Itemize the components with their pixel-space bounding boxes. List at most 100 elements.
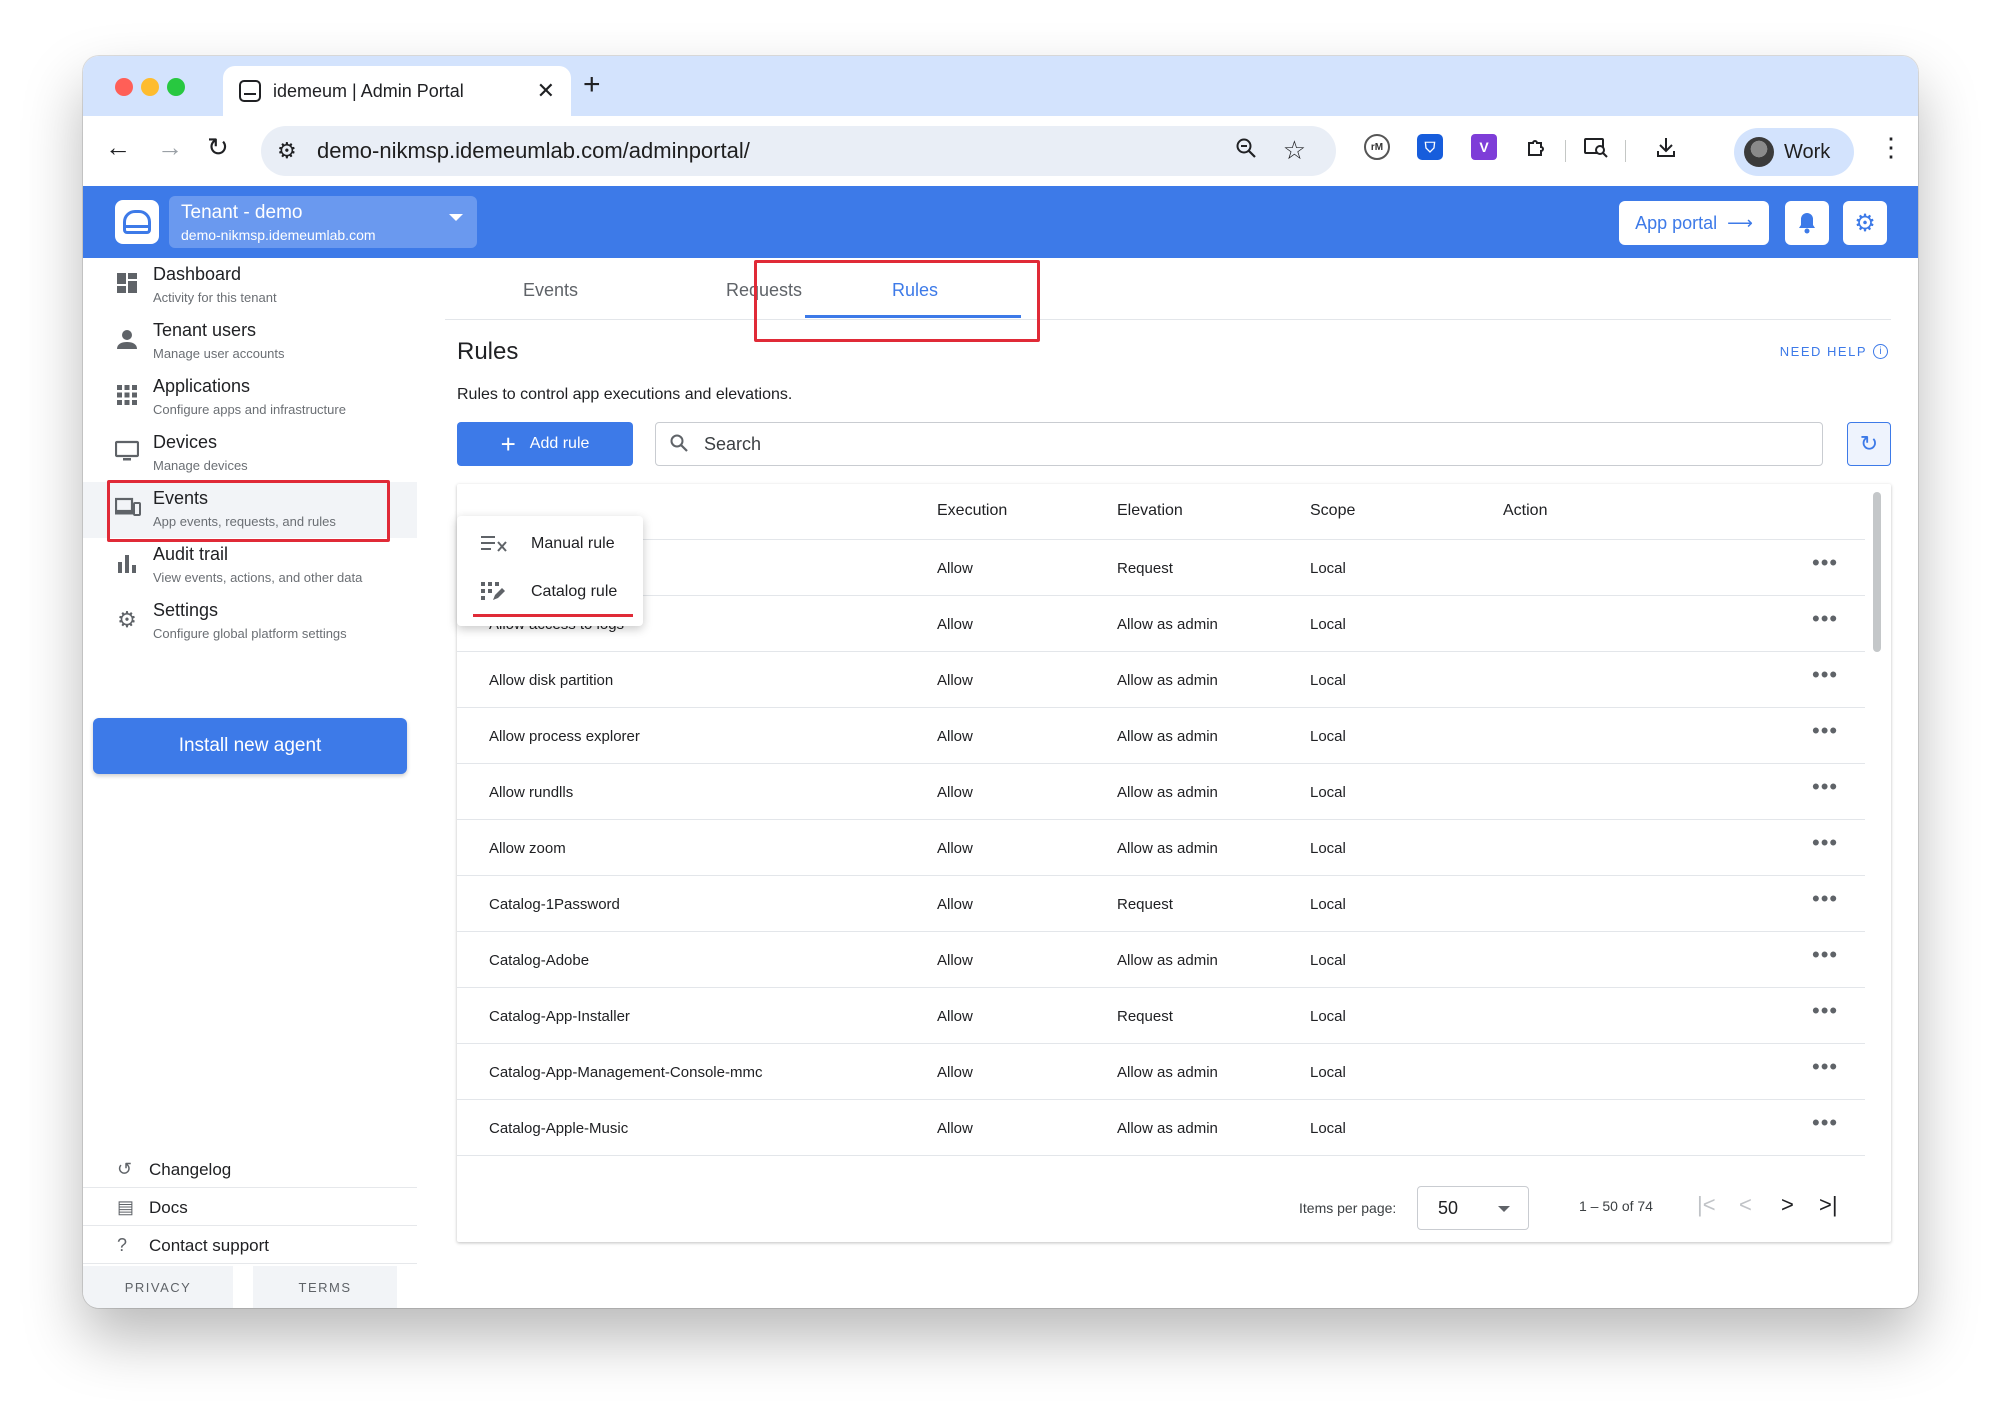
tab-events[interactable]: Events [523, 280, 578, 301]
sidebar-item-label: Devices [153, 432, 218, 452]
table-row[interactable]: Catalog-App-Management-Console-mmc Allow… [457, 1044, 1865, 1100]
download-icon[interactable] [1653, 134, 1679, 160]
last-page-icon[interactable]: >| [1819, 1192, 1838, 1218]
sidebar-item-tenant-users[interactable]: Tenant users Manage user accounts [83, 314, 417, 370]
sidebar-item-devices[interactable]: Devices Manage devices [83, 426, 417, 482]
close-tab-icon[interactable]: ✕ [537, 78, 555, 104]
browser-menu-icon[interactable]: ⋮ [1878, 132, 1904, 163]
row-more-icon[interactable]: ••• [1812, 886, 1838, 912]
tab-rules[interactable]: Rules [892, 280, 938, 301]
notifications-button[interactable] [1785, 201, 1829, 245]
settings-button[interactable]: ⚙ [1843, 201, 1887, 245]
maximize-window-button[interactable] [167, 78, 185, 96]
back-arrow-icon[interactable]: ← [105, 132, 131, 163]
privacy-link[interactable]: PRIVACY [83, 1266, 233, 1308]
sidebar-item-dashboard[interactable]: Dashboard Activity for this tenant [83, 258, 417, 314]
rm-extension-icon[interactable]: rM [1364, 134, 1390, 160]
rule-execution: Allow [937, 1008, 973, 1025]
paginator: Items per page: 50 1 – 50 of 74 |< < > >… [457, 1174, 1891, 1242]
tenant-selector[interactable]: Tenant - demo demo-nikmsp.idemeumlab.com [169, 196, 477, 248]
contact-support-link[interactable]: ? Contact support [83, 1226, 417, 1264]
table-row[interactable]: Allow Request Local ••• [457, 540, 1865, 596]
table-row[interactable]: Allow rundlls Allow Allow as admin Local… [457, 764, 1865, 820]
column-header-elevation[interactable]: Elevation [1117, 502, 1183, 520]
need-help-link[interactable]: NEED HELP i [1780, 344, 1888, 359]
page-size-select[interactable]: 50 [1417, 1186, 1529, 1230]
row-more-icon[interactable]: ••• [1812, 1110, 1838, 1136]
rule-execution: Allow [937, 616, 973, 633]
profile-chip[interactable]: Work [1734, 128, 1854, 176]
address-bar[interactable]: ⚙ demo-nikmsp.idemeumlab.com/adminportal… [261, 126, 1336, 176]
table-row[interactable]: Allow zoom Allow Allow as admin Local ••… [457, 820, 1865, 876]
row-more-icon[interactable]: ••• [1812, 1054, 1838, 1080]
sidebar-item-events[interactable]: Events App events, requests, and rules [83, 482, 417, 538]
column-header-action: Action [1503, 502, 1548, 519]
sidebar-item-sub: View events, actions, and other data [153, 570, 363, 585]
bar-chart-icon [115, 552, 139, 576]
app-portal-button[interactable]: App portal ⟶ [1619, 201, 1769, 245]
docs-link[interactable]: ▤ Docs [83, 1188, 417, 1226]
new-tab-icon[interactable]: + [583, 68, 601, 102]
row-more-icon[interactable]: ••• [1812, 662, 1838, 688]
forward-arrow-icon[interactable]: → [157, 132, 183, 163]
items-per-page-label: Items per page: [1299, 1200, 1397, 1216]
add-rule-button[interactable]: + Add rule [457, 422, 633, 466]
bell-icon [1799, 213, 1815, 234]
catalog-rule-menu-item[interactable]: Catalog rule [457, 568, 643, 616]
reload-icon[interactable]: ↻ [207, 132, 229, 163]
table-row[interactable]: Catalog-1Password Allow Request Local ••… [457, 876, 1865, 932]
table-row[interactable]: Allow process explorer Allow Allow as ad… [457, 708, 1865, 764]
previous-page-icon[interactable]: < [1739, 1192, 1752, 1218]
extensions-puzzle-icon[interactable] [1524, 134, 1550, 160]
idemeum-logo-icon[interactable] [115, 200, 159, 244]
page-range-label: 1 – 50 of 74 [1579, 1198, 1653, 1214]
browser-tab[interactable]: idemeum | Admin Portal ✕ [223, 66, 571, 116]
row-more-icon[interactable]: ••• [1812, 550, 1838, 576]
row-more-icon[interactable]: ••• [1812, 998, 1838, 1024]
changelog-link[interactable]: ↺ Changelog [83, 1150, 417, 1188]
next-page-icon[interactable]: > [1781, 1192, 1794, 1218]
rule-name: Allow rundlls [489, 784, 574, 801]
rule-name: Allow zoom [489, 840, 566, 857]
rule-execution: Allow [937, 1064, 973, 1081]
column-header-execution[interactable]: Execution [937, 502, 1007, 520]
row-more-icon[interactable]: ••• [1812, 774, 1838, 800]
sidebar-item-applications[interactable]: Applications Configure apps and infrastr… [83, 370, 417, 426]
bitwarden-extension-icon[interactable]: ⛉ [1417, 134, 1443, 160]
add-rule-menu: Manual rule Catalog rule [457, 516, 643, 626]
sidebar-item-sub: Activity for this tenant [153, 290, 277, 305]
minimize-window-button[interactable] [141, 78, 159, 96]
sidebar-item-settings[interactable]: ⚙ Settings Configure global platform set… [83, 594, 417, 650]
refresh-button[interactable]: ↻ [1847, 422, 1891, 466]
table-row[interactable]: Catalog-Apple-Music Allow Allow as admin… [457, 1100, 1865, 1156]
close-window-button[interactable] [115, 78, 133, 96]
site-settings-icon[interactable]: ⚙ [277, 138, 297, 164]
search-input[interactable] [655, 422, 1823, 466]
table-row[interactable]: Allow disk partition Allow Allow as admi… [457, 652, 1865, 708]
terms-link[interactable]: TERMS [253, 1266, 397, 1308]
bookmark-star-icon[interactable]: ☆ [1283, 135, 1306, 166]
manual-rule-menu-item[interactable]: Manual rule [457, 520, 643, 568]
column-header-scope[interactable]: Scope [1310, 502, 1355, 520]
tab-search-icon[interactable] [1583, 134, 1609, 160]
tab-requests[interactable]: Requests [726, 280, 802, 301]
caret-down-icon [449, 214, 463, 221]
install-new-agent-button[interactable]: Install new agent [93, 718, 407, 774]
zoom-icon[interactable] [1234, 136, 1258, 167]
table-row[interactable]: Catalog-Adobe Allow Allow as admin Local… [457, 932, 1865, 988]
sidebar-item-audit-trail[interactable]: Audit trail View events, actions, and ot… [83, 538, 417, 594]
row-more-icon[interactable]: ••• [1812, 718, 1838, 744]
main-content: Events Requests Rules Rules NEED HELP i … [417, 258, 1918, 1308]
person-icon [115, 328, 139, 352]
row-more-icon[interactable]: ••• [1812, 942, 1838, 968]
table-row[interactable]: Allow access to logs Allow Allow as admi… [457, 596, 1865, 652]
table-row[interactable]: Catalog-App-Installer Allow Request Loca… [457, 988, 1865, 1044]
first-page-icon[interactable]: |< [1697, 1192, 1716, 1218]
v-extension-icon[interactable]: V [1471, 134, 1497, 160]
devices-icon [114, 496, 141, 520]
row-more-icon[interactable]: ••• [1812, 606, 1838, 632]
rule-name: Catalog-App-Installer [489, 1008, 630, 1025]
table-scrollbar[interactable] [1873, 492, 1881, 652]
sidebar-item-label: Settings [153, 600, 219, 620]
row-more-icon[interactable]: ••• [1812, 830, 1838, 856]
